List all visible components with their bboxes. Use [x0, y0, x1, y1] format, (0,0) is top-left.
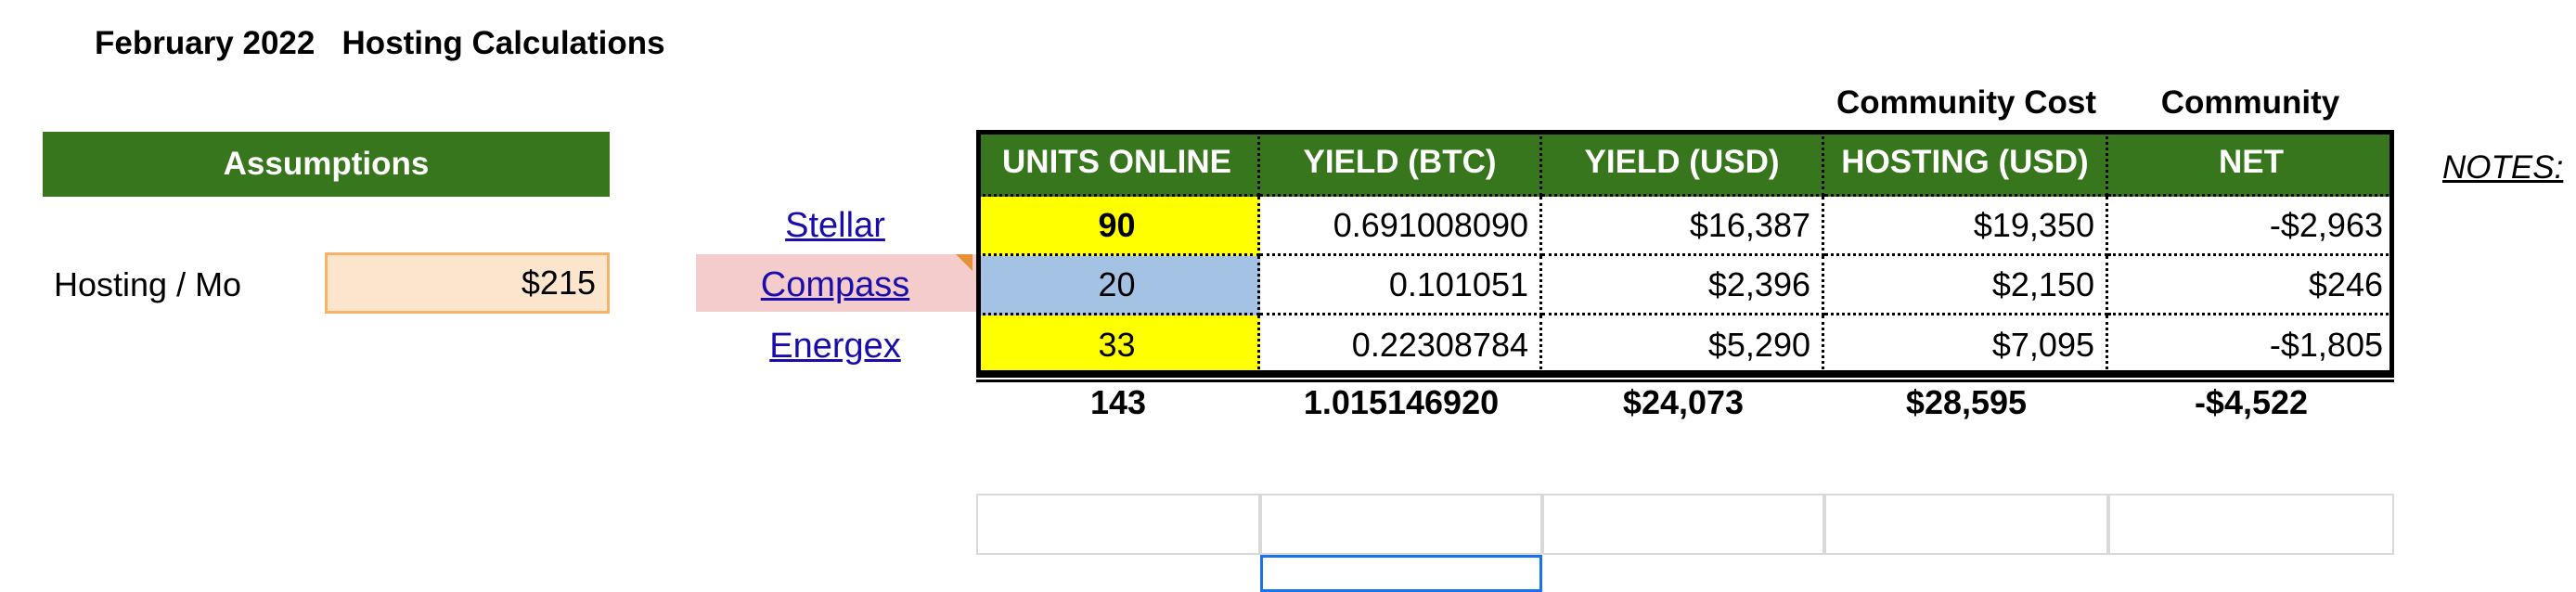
total-units-cell[interactable]: 143: [976, 382, 1260, 423]
stellar-usd-cell[interactable]: $16,387: [1542, 197, 1824, 256]
stellar-net-cell[interactable]: -$2,963: [2108, 197, 2394, 256]
selected-cell[interactable]: [1260, 555, 1542, 592]
total-usd-cell[interactable]: $24,073: [1542, 382, 1824, 423]
energex-hosting-cell[interactable]: $7,095: [1824, 315, 2108, 375]
total-net-cell[interactable]: -$4,522: [2108, 382, 2394, 423]
energex-usd-cell[interactable]: $5,290: [1542, 315, 1824, 375]
compass-usd-cell[interactable]: $2,396: [1542, 256, 1824, 315]
header-units-online[interactable]: UNITS ONLINE: [976, 130, 1260, 197]
empty-cell[interactable]: [2108, 494, 2394, 555]
community-cost-caption: Community Cost: [1836, 84, 2096, 121]
compass-btc-cell[interactable]: 0.101051: [1260, 256, 1542, 315]
total-btc-cell[interactable]: 1.015146920: [1260, 382, 1542, 423]
header-net[interactable]: NET: [2108, 130, 2394, 197]
assumptions-header[interactable]: Assumptions: [43, 132, 610, 197]
community-caption: Community: [2160, 84, 2340, 121]
notes-label[interactable]: NOTES:: [2442, 148, 2563, 187]
site-link-compass[interactable]: Compass: [696, 264, 974, 306]
empty-cell[interactable]: [1824, 494, 2108, 555]
totals-double-rule: [976, 375, 2394, 382]
stellar-hosting-cell[interactable]: $19,350: [1824, 197, 2108, 256]
empty-cell[interactable]: [1542, 494, 1824, 555]
compass-units-cell[interactable]: 20: [976, 256, 1260, 315]
hosting-per-month-input[interactable]: $215: [325, 252, 610, 314]
header-hosting-usd[interactable]: HOSTING (USD): [1824, 130, 2108, 197]
energex-units-cell[interactable]: 33: [976, 315, 1260, 375]
compass-hosting-cell[interactable]: $2,150: [1824, 256, 2108, 315]
empty-cell[interactable]: [976, 494, 1260, 555]
empty-cell[interactable]: [1260, 494, 1542, 555]
energex-btc-cell[interactable]: 0.22308784: [1260, 315, 1542, 375]
energex-net-cell[interactable]: -$1,805: [2108, 315, 2394, 375]
site-link-stellar[interactable]: Stellar: [696, 204, 974, 247]
header-yield-usd[interactable]: YIELD (USD): [1542, 130, 1824, 197]
compass-net-cell[interactable]: $246: [2108, 256, 2394, 315]
site-link-energex[interactable]: Energex: [696, 325, 974, 367]
sheet-title: February 2022 Hosting Calculations: [95, 25, 665, 61]
hosting-per-month-label[interactable]: Hosting / Mo: [54, 264, 241, 305]
stellar-btc-cell[interactable]: 0.691008090: [1260, 197, 1542, 256]
total-hosting-cell[interactable]: $28,595: [1824, 382, 2108, 423]
stellar-units-cell[interactable]: 90: [976, 197, 1260, 256]
header-yield-btc[interactable]: YIELD (BTC): [1260, 130, 1542, 197]
